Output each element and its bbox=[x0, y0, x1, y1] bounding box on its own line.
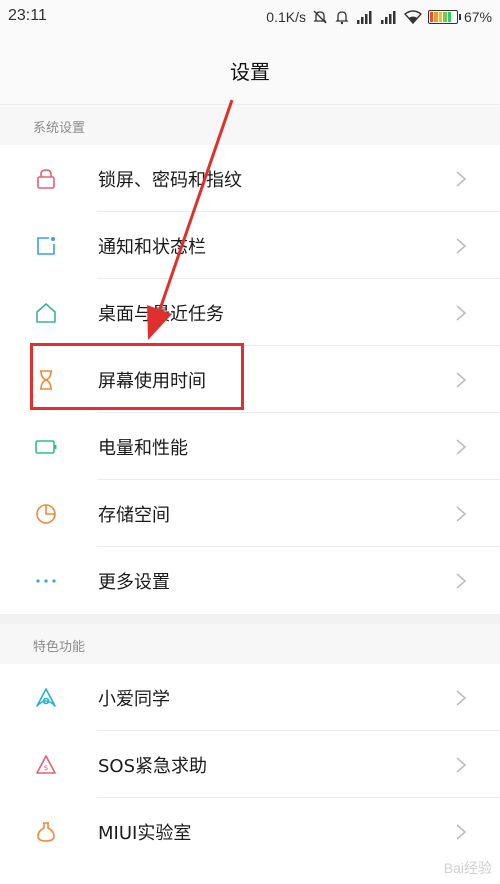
settings-item-lock-screen[interactable]: 锁屏、密码和指纹 bbox=[0, 145, 500, 212]
settings-item-label: 更多设置 bbox=[98, 572, 170, 593]
chevron-right-icon bbox=[456, 171, 467, 187]
section-title-system: 系统设置 bbox=[33, 121, 86, 136]
battery-indicator-icon bbox=[427, 10, 461, 24]
more-icon bbox=[36, 579, 56, 583]
chevron-right-icon bbox=[456, 439, 467, 455]
watermark: Bai经验 bbox=[443, 860, 492, 876]
section-gap bbox=[0, 614, 500, 624]
chevron-right-icon bbox=[456, 824, 467, 840]
chevron-right-icon bbox=[456, 506, 467, 522]
page-title: 设置 bbox=[230, 59, 270, 84]
chevron-right-icon bbox=[456, 305, 467, 321]
settings-item-more[interactable]: 更多设置 bbox=[0, 547, 500, 614]
chevron-right-icon bbox=[456, 238, 467, 254]
settings-item-notifications[interactable]: 通知和状态栏 bbox=[0, 212, 500, 279]
settings-item-label: SOS紧急求助 bbox=[98, 756, 208, 777]
status-icons: 0.1K/s 67% bbox=[266, 7, 492, 27]
chevron-right-icon bbox=[456, 573, 467, 589]
settings-item-home-screen[interactable]: 桌面与最近任务 bbox=[0, 279, 500, 346]
settings-item-label: 通知和状态栏 bbox=[98, 237, 206, 258]
chevron-right-icon bbox=[456, 690, 467, 706]
section-title-features: 特色功能 bbox=[33, 640, 86, 655]
storage-icon bbox=[36, 504, 56, 524]
settings-item-label: MIUI实验室 bbox=[98, 823, 192, 844]
signal-icon-2 bbox=[380, 11, 396, 24]
notification-icon bbox=[37, 237, 55, 255]
settings-item-label: 存储空间 bbox=[98, 505, 170, 526]
mute-bell-icon bbox=[313, 10, 327, 24]
alarm-bell-icon bbox=[335, 11, 349, 25]
sos-icon: $ bbox=[36, 755, 56, 774]
lock-icon bbox=[37, 169, 55, 189]
svg-text:$: $ bbox=[44, 764, 48, 772]
settings-item-label: 电量和性能 bbox=[98, 438, 188, 459]
settings-item-label: 桌面与最近任务 bbox=[98, 304, 224, 325]
network-speed: 0.1K/s bbox=[266, 9, 306, 25]
settings-item-label: 锁屏、密码和指纹 bbox=[98, 170, 242, 191]
section-header-features: 特色功能 bbox=[0, 624, 500, 664]
settings-item-sos[interactable]: $ SOS紧急求助 bbox=[0, 731, 500, 798]
settings-item-miui-lab[interactable]: MIUI实验室 bbox=[0, 798, 500, 865]
highlight-box bbox=[30, 343, 244, 410]
chevron-right-icon bbox=[456, 372, 467, 388]
title-bar: 设置 bbox=[0, 36, 500, 104]
settings-item-xiaoai[interactable]: 小爱同学 bbox=[0, 664, 500, 731]
battery-percent: 67% bbox=[463, 9, 492, 25]
lab-flask-icon bbox=[37, 822, 55, 842]
battery-icon bbox=[35, 440, 57, 454]
status-time: 23:11 bbox=[8, 7, 47, 24]
chevron-right-icon bbox=[456, 757, 467, 773]
signal-icon bbox=[356, 11, 372, 24]
section-header-system: 系统设置 bbox=[0, 105, 500, 145]
status-bar: 23:11 0.1K/s 67% bbox=[0, 0, 500, 36]
xiaoai-icon bbox=[36, 688, 56, 707]
home-icon bbox=[36, 303, 56, 323]
settings-item-storage[interactable]: 存储空间 bbox=[0, 480, 500, 547]
settings-item-label: 小爱同学 bbox=[98, 689, 170, 710]
settings-item-battery[interactable]: 电量和性能 bbox=[0, 413, 500, 480]
wifi-icon bbox=[403, 10, 422, 24]
